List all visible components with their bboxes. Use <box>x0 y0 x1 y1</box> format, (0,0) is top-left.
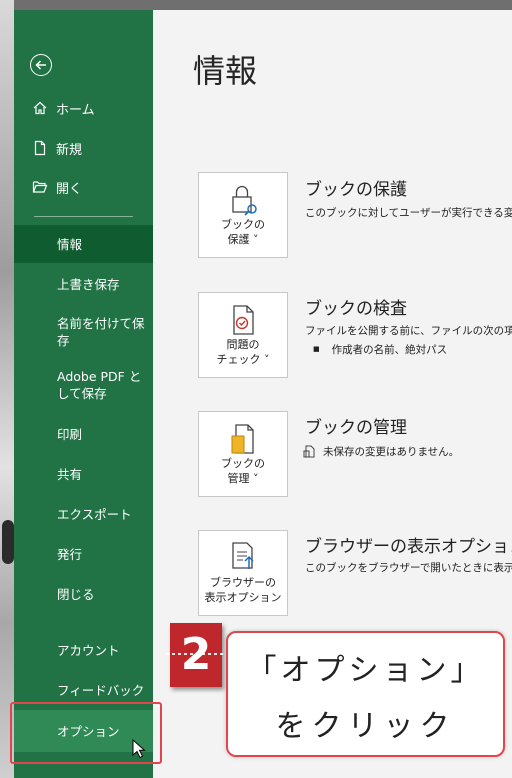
options-highlight-frame <box>10 702 162 764</box>
inspect-workbook-title: ブックの検査 <box>305 299 407 319</box>
sidebar-item-label: 上書き保存 <box>57 276 120 292</box>
browser-view-options-button[interactable]: ブラウザーの 表示オプション <box>198 530 288 616</box>
protect-workbook-description: このブックに対してユーザーが実行できる変更 <box>305 207 512 219</box>
home-icon <box>32 100 48 116</box>
sidebar-item-label: 開く <box>56 181 83 197</box>
inspect-workbook-description: ファイルを公開する前に、ファイルの次の項目 <box>305 325 512 337</box>
sidebar-item-label: アカウント <box>57 642 120 658</box>
check-for-issues-label: 問題の チェック ˅ <box>216 338 270 366</box>
inspect-workbook-bullet: 作成者の名前、絶対パス <box>313 342 448 357</box>
sidebar-item-print[interactable]: 印刷 <box>14 416 153 452</box>
manage-workbook-description: 未保存の変更はありません。 <box>323 446 460 458</box>
sidebar-item-label: Adobe PDF として保存 <box>57 369 142 401</box>
protect-workbook-title: ブックの保護 <box>305 180 407 200</box>
instruction-callout: 「オプション」 をクリック <box>226 631 505 757</box>
desktop-object <box>2 520 14 564</box>
sidebar-item-label: ホーム <box>56 102 95 118</box>
instruction-line-1: 「オプション」 <box>246 653 485 688</box>
new-document-icon <box>32 140 48 156</box>
check-for-issues-button[interactable]: 問題の チェック ˅ <box>198 292 288 378</box>
protect-workbook-label: ブックの 保護 ˅ <box>221 218 265 246</box>
sidebar-item-label: 新規 <box>56 142 83 158</box>
manage-workbook-icon <box>231 424 254 454</box>
protect-workbook-button[interactable]: ブックの 保護 ˅ <box>198 172 288 258</box>
page-title: 情報 <box>193 52 258 90</box>
sidebar-item-share[interactable]: 共有 <box>14 456 153 492</box>
step-number-badge: 2 <box>166 623 226 687</box>
sidebar-item-label: 名前を付けて保存 <box>57 316 145 348</box>
sidebar-item-label: 発行 <box>57 546 83 562</box>
backstage-sidebar: ホーム 新規 開く 情報 上書き保存 名前を付けて保存 Adobe PDF とし… <box>14 10 153 778</box>
sidebar-item-label: 印刷 <box>57 426 83 442</box>
sidebar-item-close[interactable]: 閉じる <box>14 576 153 612</box>
sidebar-item-save-as-adobe-pdf[interactable]: Adobe PDF として保存 <box>14 365 153 405</box>
sidebar-item-label: 閉じる <box>57 586 95 602</box>
browser-view-icon <box>232 542 254 569</box>
sidebar-item-account[interactable]: アカウント <box>14 632 153 668</box>
sidebar-item-home[interactable]: ホーム <box>14 89 153 127</box>
instruction-line-2: をクリック <box>275 709 456 744</box>
manage-workbook-label: ブックの 管理 ˅ <box>221 457 265 485</box>
inspect-workbook-icon <box>233 305 254 335</box>
sidebar-item-label: 情報 <box>57 236 83 252</box>
sidebar-item-label: エクスポート <box>57 506 132 522</box>
protect-workbook-icon <box>232 185 257 216</box>
document-status-icon <box>303 445 315 458</box>
sidebar-divider <box>34 216 133 217</box>
manage-workbook-title: ブックの管理 <box>305 418 407 438</box>
manage-workbook-button[interactable]: ブックの 管理 ˅ <box>198 411 288 497</box>
sidebar-item-label: 共有 <box>57 466 83 482</box>
browser-view-options-description: このブックをブラウザーで開いたときに表示され <box>305 562 512 574</box>
back-arrow-icon <box>35 60 46 70</box>
browser-view-options-label: ブラウザーの 表示オプション <box>204 576 282 604</box>
sidebar-item-open[interactable]: 開く <box>14 168 153 206</box>
back-button[interactable] <box>30 54 52 76</box>
sidebar-item-new[interactable]: 新規 <box>14 129 153 167</box>
desktop-background <box>0 0 14 778</box>
sidebar-item-info[interactable]: 情報 <box>14 225 153 263</box>
sidebar-item-save-as[interactable]: 名前を付けて保存 <box>14 312 153 352</box>
sidebar-item-label: フィードバック <box>57 682 145 698</box>
sidebar-item-save[interactable]: 上書き保存 <box>14 266 153 302</box>
sidebar-item-export[interactable]: エクスポート <box>14 496 153 532</box>
open-folder-icon <box>32 179 48 195</box>
browser-view-options-title: ブラウザーの表示オプション <box>305 537 512 557</box>
sidebar-item-publish[interactable]: 発行 <box>14 536 153 572</box>
